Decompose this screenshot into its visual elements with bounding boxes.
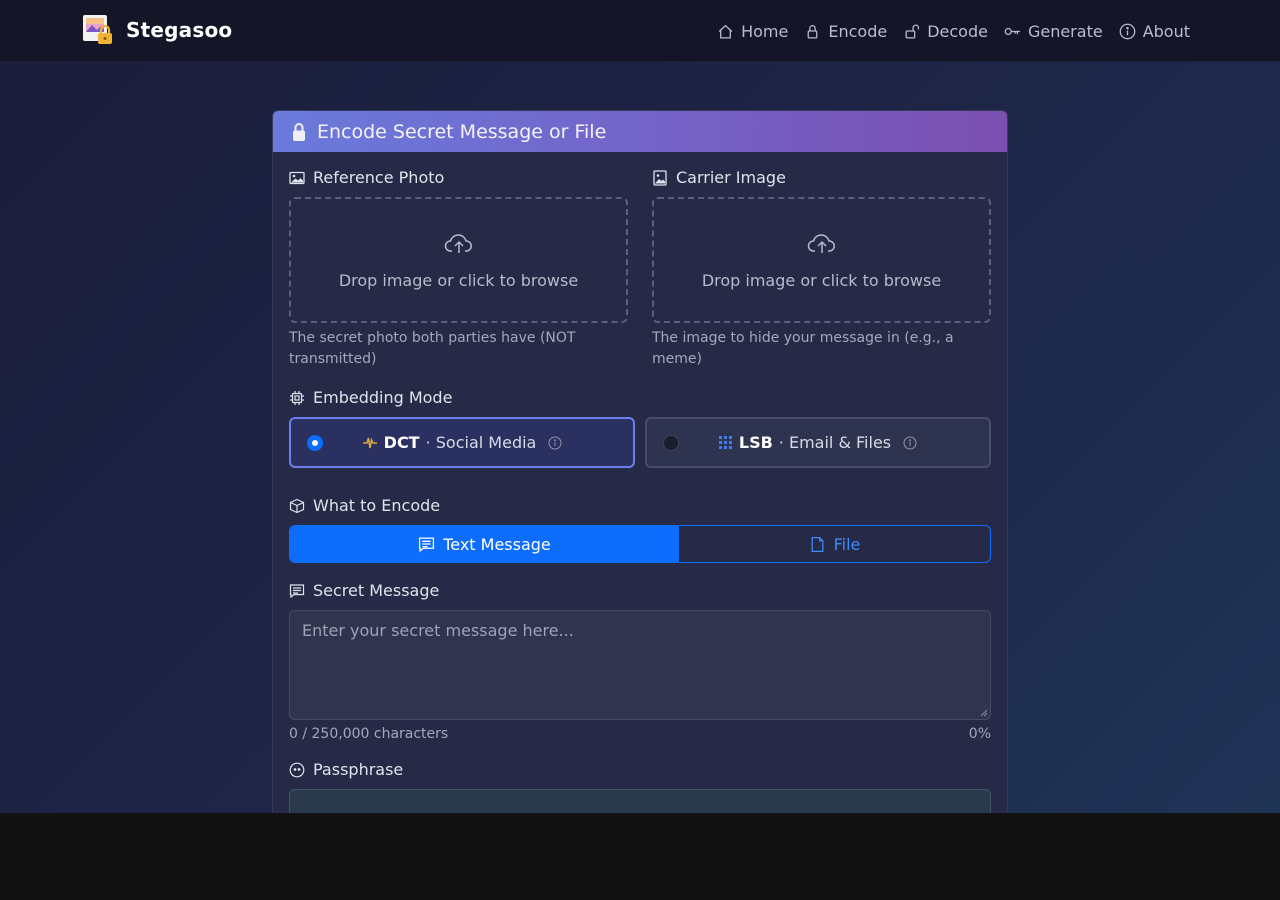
- carrier-drop-text: Drop image or click to browse: [701, 270, 942, 290]
- waveform-icon: [362, 437, 377, 448]
- main-nav: Home Encode Decode Generate About: [717, 0, 1190, 62]
- mode-lsb-radio[interactable]: [663, 434, 679, 451]
- tab-text-message-label: Text Message: [443, 534, 551, 554]
- cpu-icon: [290, 390, 304, 405]
- message-icon: [419, 536, 435, 552]
- nav-generate[interactable]: Generate: [1004, 22, 1103, 41]
- app-viewport: Stegasoo Home Encode Decode Generate Abo…: [0, 0, 1280, 813]
- passphrase-input[interactable]: [289, 789, 991, 813]
- secret-message-section: Secret Message Enter your secret message…: [289, 581, 991, 742]
- carrier-image-section: Carrier Image Drop image or click to bro…: [652, 168, 991, 370]
- character-counter: 0 / 250,000 characters: [289, 726, 449, 742]
- card-title: Encode Secret Message or File: [317, 120, 607, 143]
- passphrase-label: Passphrase: [289, 760, 991, 779]
- quote-icon: [289, 762, 305, 777]
- cloud-upload-icon: [444, 233, 472, 253]
- mode-lsb-desc: · Email & Files: [778, 433, 892, 452]
- box-icon: [289, 498, 305, 513]
- upload-row: Reference Photo Drop image or click to b…: [289, 168, 991, 370]
- secret-message-label-text: Secret Message: [313, 581, 440, 600]
- message-counter-row: 0 / 250,000 characters 0%: [289, 726, 991, 742]
- nav-home[interactable]: Home: [717, 22, 788, 41]
- unlock-icon: [905, 24, 920, 39]
- navbar: Stegasoo Home Encode Decode Generate Abo…: [0, 0, 1280, 62]
- grid-icon: [718, 435, 732, 449]
- home-icon: [718, 24, 733, 39]
- secret-message-placeholder: Enter your secret message here...: [302, 621, 574, 640]
- resize-handle-icon[interactable]: [980, 709, 988, 717]
- nav-generate-label: Generate: [1027, 21, 1103, 41]
- mode-lsb-code: LSB: [738, 433, 773, 452]
- mode-dct-desc: · Social Media: [425, 433, 537, 452]
- carrier-image-label-text: Carrier Image: [676, 168, 786, 187]
- lock-icon: [807, 24, 818, 39]
- carrier-image-dropzone[interactable]: Drop image or click to browse: [652, 197, 991, 323]
- reference-photo-dropzone[interactable]: Drop image or click to browse: [289, 197, 628, 323]
- card-body: Reference Photo Drop image or click to b…: [273, 152, 1007, 813]
- nav-about-label: About: [1142, 21, 1190, 41]
- nav-encode-label: Encode: [828, 21, 888, 41]
- nav-home-label: Home: [741, 21, 789, 41]
- reference-photo-help: The secret photo both parties have (NOT …: [289, 330, 576, 367]
- embedding-mode-options: DCT · Social Media LSB · Email & Files: [289, 417, 991, 468]
- secret-message-label: Secret Message: [289, 581, 991, 600]
- nav-decode[interactable]: Decode: [903, 22, 988, 41]
- reference-photo-label: Reference Photo: [289, 168, 628, 187]
- embedding-mode-section: Embedding Mode DCT · Social Media LSB · …: [289, 388, 991, 468]
- mode-dct-code: DCT: [383, 433, 420, 452]
- portrait-image-icon: [653, 169, 667, 186]
- reference-photo-label-text: Reference Photo: [313, 168, 445, 187]
- mode-dct-radio[interactable]: [307, 434, 323, 451]
- capacity-percent: 0%: [968, 726, 991, 742]
- mode-lsb-option[interactable]: LSB · Email & Files: [645, 417, 991, 468]
- tab-file-label: File: [833, 534, 861, 554]
- encode-type-toggle: Text Message File: [289, 525, 991, 563]
- info-icon[interactable]: [548, 436, 562, 450]
- padlock-icon: [293, 122, 305, 141]
- what-to-encode-label-text: What to Encode: [313, 496, 441, 515]
- cloud-upload-icon: [807, 233, 835, 253]
- embedding-mode-label-text: Embedding Mode: [313, 388, 453, 407]
- encode-card: Encode Secret Message or File Reference …: [272, 110, 1008, 813]
- brand[interactable]: Stegasoo: [82, 13, 232, 47]
- app-logo-icon: [82, 13, 116, 47]
- bottom-bar: [0, 813, 1280, 900]
- nav-decode-label: Decode: [927, 21, 988, 41]
- reference-photo-section: Reference Photo Drop image or click to b…: [289, 168, 628, 370]
- message-icon: [289, 583, 305, 598]
- image-icon: [289, 171, 305, 184]
- file-icon: [811, 536, 824, 552]
- what-to-encode-section: What to Encode Text Message File: [289, 496, 991, 563]
- info-icon: [1119, 23, 1136, 39]
- key-icon: [1004, 27, 1020, 35]
- what-to-encode-label: What to Encode: [289, 496, 991, 515]
- app-name: Stegasoo: [126, 18, 233, 42]
- nav-encode[interactable]: Encode: [804, 22, 887, 41]
- mode-dct-option[interactable]: DCT · Social Media: [289, 417, 635, 468]
- embedding-mode-label: Embedding Mode: [289, 388, 991, 407]
- info-icon[interactable]: [903, 436, 917, 450]
- carrier-image-help: The image to hide your message in (e.g.,…: [652, 330, 954, 367]
- passphrase-section: Passphrase: [289, 760, 991, 813]
- passphrase-label-text: Passphrase: [313, 760, 404, 779]
- carrier-image-label: Carrier Image: [652, 168, 991, 187]
- tab-text-message[interactable]: Text Message: [290, 526, 679, 562]
- secret-message-textarea[interactable]: Enter your secret message here...: [289, 610, 991, 720]
- reference-drop-text: Drop image or click to browse: [338, 270, 579, 290]
- tab-file[interactable]: File: [679, 526, 990, 562]
- nav-about[interactable]: About: [1119, 22, 1190, 41]
- card-header: Encode Secret Message or File: [273, 111, 1007, 152]
